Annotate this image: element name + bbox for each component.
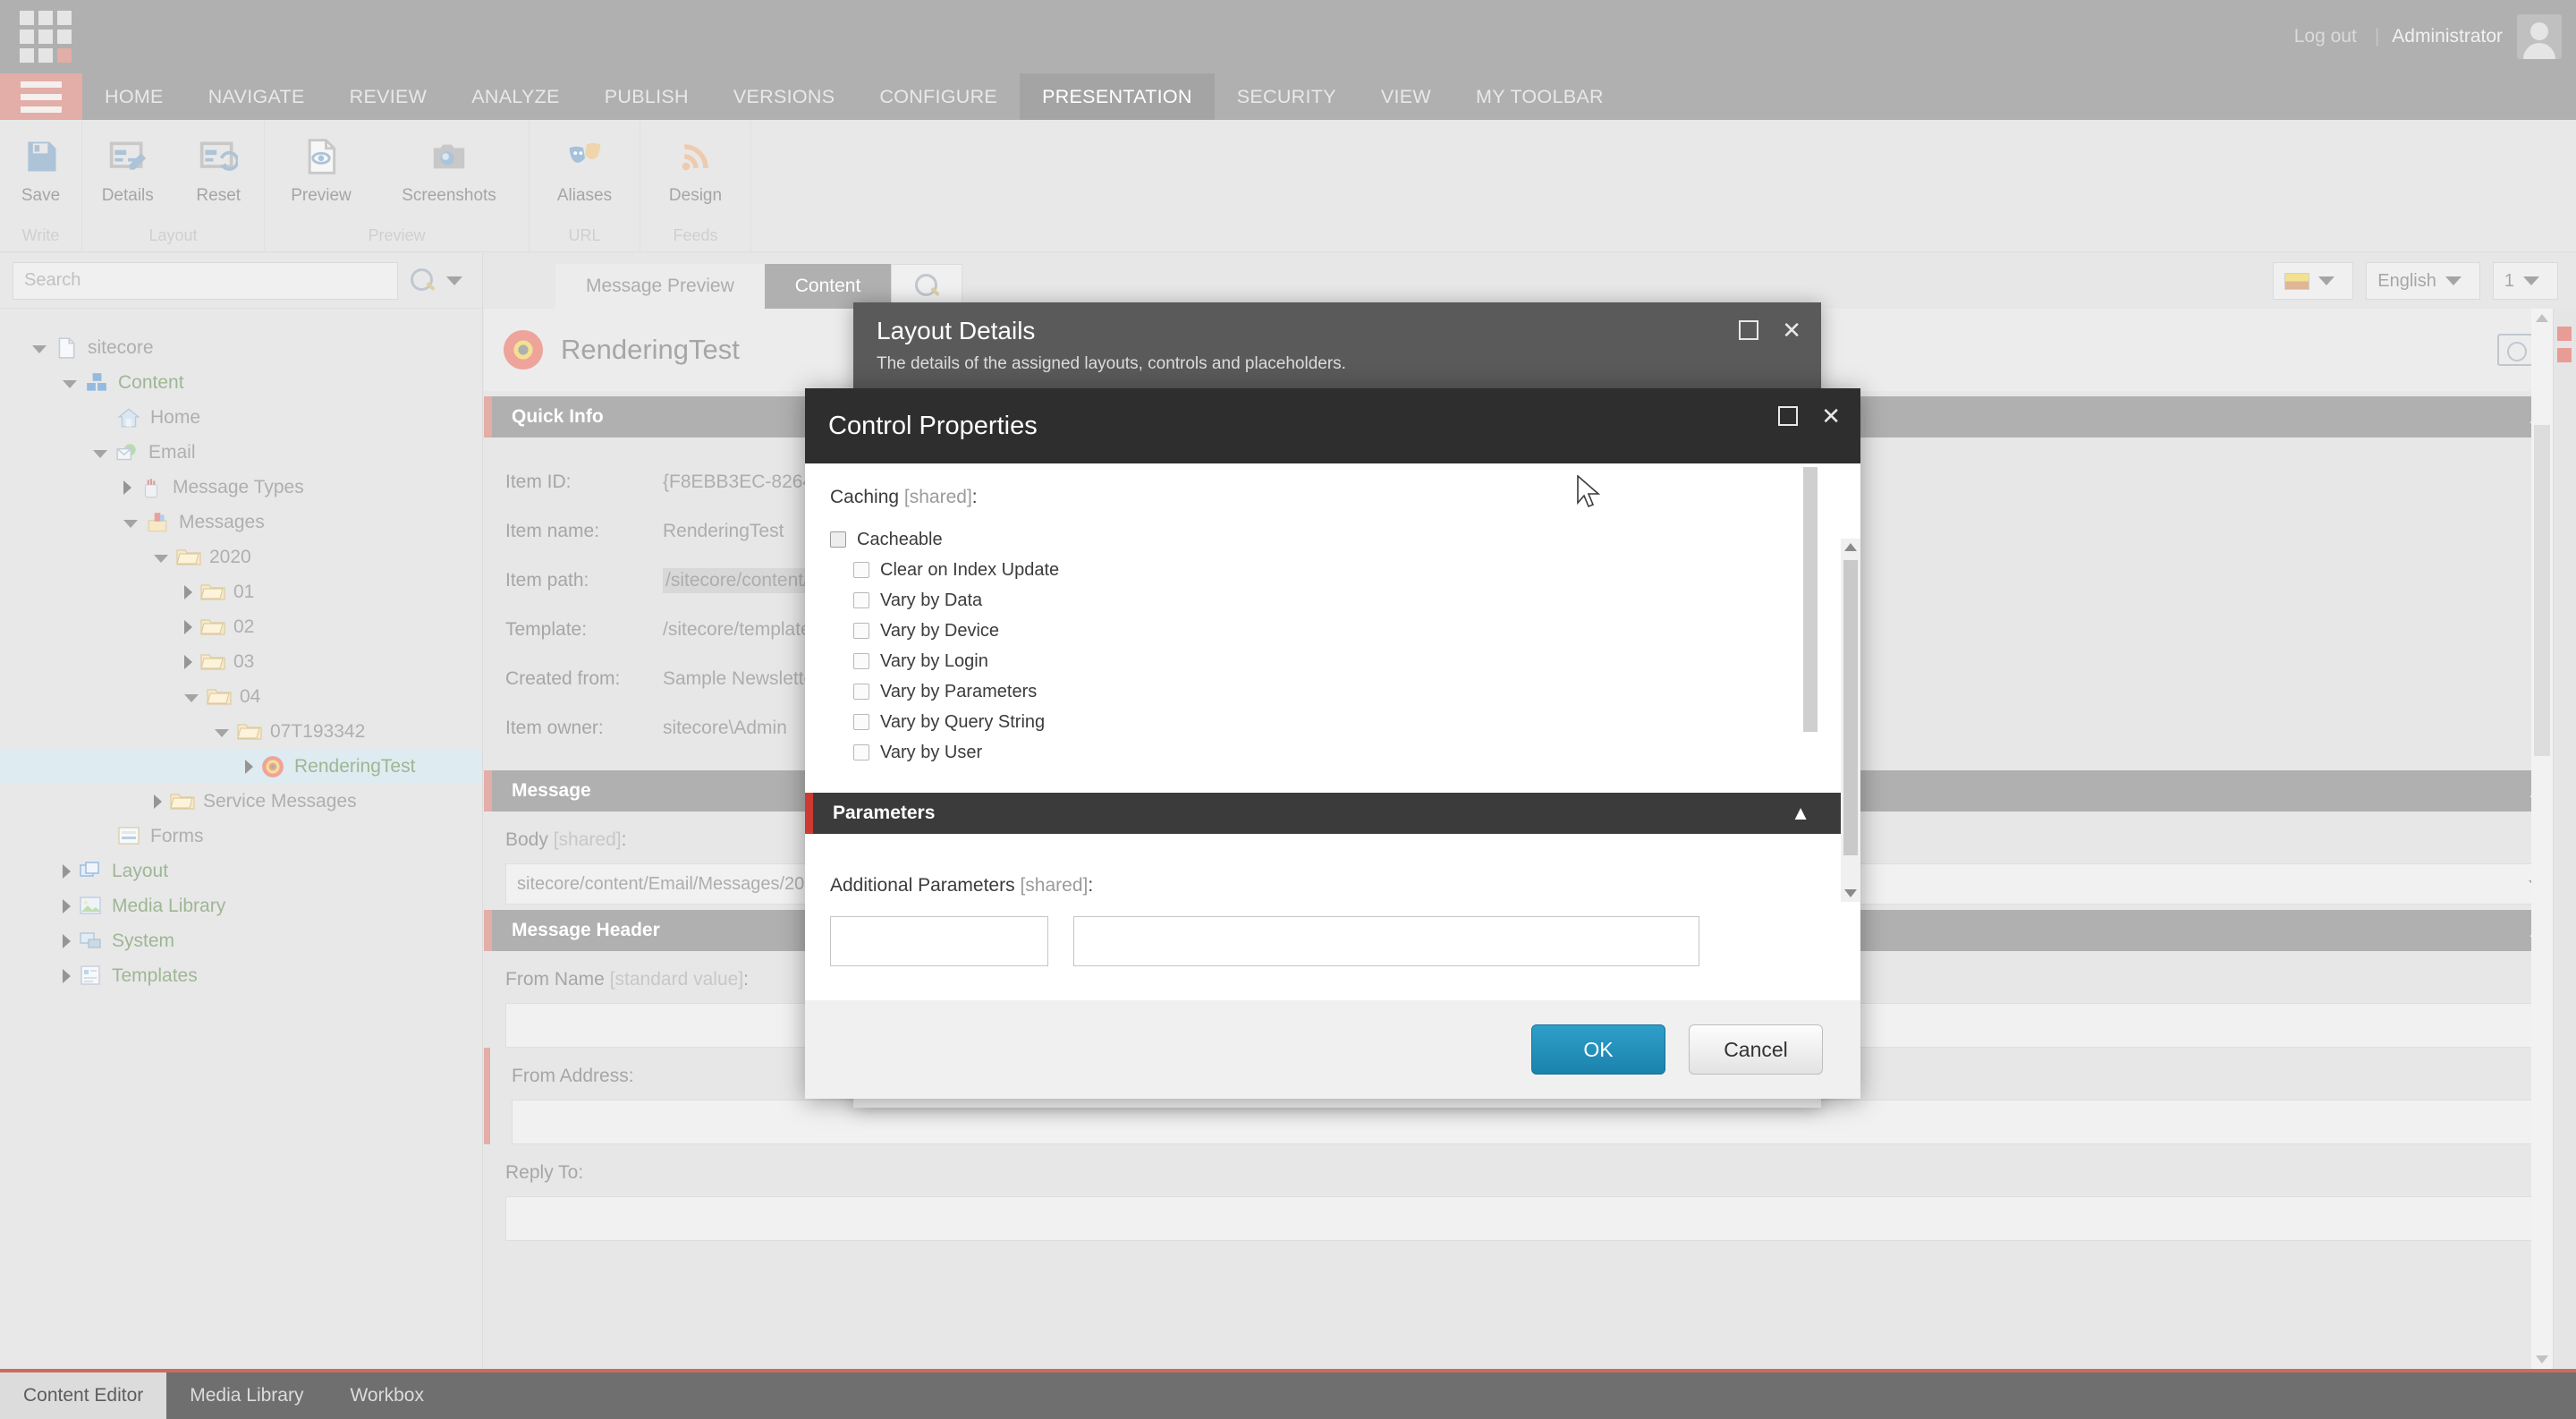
checkbox-icon[interactable] [853, 684, 869, 700]
additional-parameters-shared-tag: [shared] [1020, 875, 1089, 896]
parameters-section-title: Parameters [833, 803, 936, 823]
taskbar-item-content-editor[interactable]: Content Editor [0, 1372, 167, 1419]
checkbox-row-vary-by-device[interactable]: Vary by Device [830, 616, 1841, 646]
control-properties-title: Control Properties [828, 411, 1038, 440]
checkbox-icon[interactable] [853, 744, 869, 760]
checkbox-row-vary-by-login[interactable]: Vary by Login [830, 646, 1841, 676]
layout-details-titlebar: Layout Details The details of the assign… [853, 302, 1821, 390]
cancel-button[interactable]: Cancel [1689, 1024, 1823, 1075]
control-properties-window-buttons: ✕ [1778, 404, 1841, 428]
control-properties-titlebar: Control Properties ✕ [805, 388, 1860, 463]
checkbox-label: Vary by Query String [880, 711, 1046, 732]
caching-colon: : [971, 487, 978, 507]
checkbox-row-vary-by-user[interactable]: Vary by User [830, 737, 1841, 768]
checkbox-label: Vary by Device [880, 620, 1000, 641]
scroll-up-arrow-icon[interactable] [1844, 543, 1857, 551]
checkbox-row-vary-by-query-string[interactable]: Vary by Query String [830, 707, 1841, 737]
caching-shared-tag: [shared] [903, 487, 972, 507]
caching-label-text: Caching [830, 487, 900, 507]
additional-parameters-colon: : [1088, 875, 1094, 896]
layout-details-title: Layout Details [877, 317, 1036, 344]
checkbox-icon[interactable] [853, 714, 869, 730]
checkbox-label: Vary by Login [880, 650, 988, 671]
layout-details-window-buttons: ✕ [1739, 319, 1801, 342]
parameters-pane: Additional Parameters [shared]: [805, 834, 1841, 1000]
checkbox-row-vary-by-parameters[interactable]: Vary by Parameters [830, 676, 1841, 707]
close-icon[interactable]: ✕ [1821, 404, 1841, 428]
checkbox-label: Vary by Parameters [880, 681, 1038, 701]
maximize-icon[interactable] [1739, 320, 1759, 340]
caching-checkbox-list: Cacheable Clear on Index Update Vary by Da… [830, 524, 1841, 768]
checkbox-icon[interactable] [830, 531, 846, 548]
chevron-up-icon[interactable]: ▲ [1791, 802, 1810, 825]
parameters-section-header[interactable]: Parameters ▲ [805, 793, 1841, 834]
layout-details-subtitle: The details of the assigned layouts, con… [877, 354, 1346, 373]
checkbox-icon[interactable] [853, 623, 869, 639]
additional-parameters-inputs [830, 916, 1841, 966]
control-properties-dialog: Control Properties ✕ Caching [shared]: C… [805, 388, 1860, 1099]
checkbox-row-cacheable[interactable]: Cacheable [830, 524, 1841, 555]
scroll-down-arrow-icon[interactable] [1844, 889, 1857, 897]
taskbar-item-media-library[interactable]: Media Library [166, 1372, 326, 1419]
checkbox-row-vary-by-data[interactable]: Vary by Data [830, 585, 1841, 616]
taskbar-item-workbox[interactable]: Workbox [326, 1372, 446, 1419]
caching-pane: Caching [shared]: Cacheable Clear on Inde… [805, 463, 1841, 793]
parameter-value-input[interactable] [1073, 916, 1699, 966]
control-properties-body: Caching [shared]: Cacheable Clear on Inde… [805, 463, 1860, 1000]
checkbox-icon[interactable] [853, 592, 869, 608]
maximize-icon[interactable] [1778, 406, 1799, 426]
caching-inner-scrollbar[interactable] [1803, 467, 1818, 732]
bottom-taskbar: Content Editor Media Library Workbox [0, 1369, 2576, 1419]
checkbox-label: Vary by Data [880, 590, 983, 610]
additional-parameters-label-text: Additional Parameters [830, 875, 1015, 896]
additional-parameters-label: Additional Parameters [shared]: [830, 875, 1841, 896]
control-properties-footer: OK Cancel [805, 1000, 1860, 1099]
checkbox-label: Vary by User [880, 742, 983, 762]
checkbox-label: Cacheable [857, 529, 943, 549]
checkbox-row-clear-on-index-update[interactable]: Clear on Index Update [830, 555, 1841, 585]
close-icon[interactable]: ✕ [1782, 319, 1801, 342]
control-properties-scroll-area: Caching [shared]: Cacheable Clear on Inde… [805, 463, 1841, 1000]
ok-button[interactable]: OK [1531, 1024, 1665, 1075]
control-properties-vertical-scrollbar[interactable] [1841, 539, 1860, 902]
checkbox-label: Clear on Index Update [880, 559, 1060, 580]
scrollbar-thumb[interactable] [1843, 560, 1858, 855]
checkbox-icon[interactable] [853, 653, 869, 669]
checkbox-icon[interactable] [853, 562, 869, 578]
caching-label: Caching [shared]: [830, 487, 1841, 508]
parameter-name-input[interactable] [830, 916, 1048, 966]
